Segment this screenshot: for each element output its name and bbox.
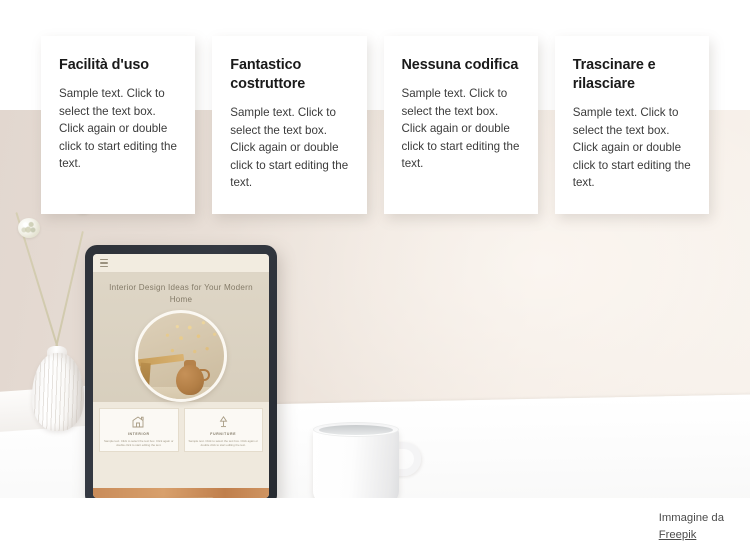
tablet-device: Interior Design Ideas for Your Modern Ho… — [85, 245, 277, 498]
feature-card-title: Facilità d'uso — [59, 57, 149, 73]
feature-card[interactable]: Facilità d'uso Sample text. Click to sel… — [41, 36, 196, 214]
tablet-hero-image-wrap — [103, 310, 259, 402]
tablet-card-title: INTERIOR — [127, 432, 150, 436]
feature-card-text: Sample text. Click to select the text bo… — [401, 87, 520, 170]
tablet-screen[interactable]: Interior Design Ideas for Your Modern Ho… — [93, 254, 269, 498]
feature-card-text: Sample text. Click to select the text bo… — [59, 87, 177, 170]
tablet-card-title: FURNITURE — [210, 432, 237, 436]
mug-interior — [319, 425, 393, 435]
lamp-icon — [188, 414, 260, 429]
white-coffee-mug — [313, 420, 433, 498]
feature-card-title: Trascinare e rilasciare — [572, 57, 656, 92]
tablet-bottom-strip — [93, 488, 269, 498]
tablet-hero-title: Interior Design Ideas for Your Modern Ho… — [109, 283, 253, 304]
tablet-card-text: Sample text. Click to select the text bo… — [103, 438, 174, 447]
feature-card[interactable]: Fantastico costruttore Sample text. Clic… — [212, 36, 367, 214]
user-icon[interactable] — [256, 259, 262, 268]
vase-ribs — [32, 353, 84, 431]
tablet-topbar — [93, 254, 269, 273]
attribution-link[interactable]: Freepik — [659, 527, 724, 544]
tablet-card-interior[interactable]: INTERIOR Sample text. Click to select th… — [99, 408, 179, 453]
feature-card-text: Sample text. Click to select the text bo… — [572, 106, 691, 189]
feature-card-title: Nessuna codifica — [401, 57, 519, 73]
tablet-category-cards: INTERIOR Sample text. Click to select th… — [93, 402, 269, 453]
feature-card[interactable]: Trascinare e rilasciare Sample text. Cli… — [554, 36, 709, 214]
page-root: Interior Design Ideas for Your Modern Ho… — [0, 0, 750, 560]
feature-card-title: Fantastico costruttore — [230, 57, 306, 92]
attribution-prefix: Immagine da — [658, 512, 724, 524]
tablet-card-furniture[interactable]: FURNITURE Sample text. Click to select t… — [183, 408, 263, 453]
flower-bloom — [18, 218, 40, 238]
tablet-hero: Interior Design Ideas for Your Modern Ho… — [93, 273, 269, 402]
mug-body — [313, 428, 399, 498]
image-attribution: Immagine da Freepik — [659, 510, 724, 544]
feature-card-text: Sample text. Click to select the text bo… — [230, 106, 349, 189]
round-vase-photo — [135, 310, 227, 402]
house-icon — [103, 414, 175, 429]
tablet-card-text: Sample text. Click to select the text bo… — [188, 438, 259, 447]
feature-card[interactable]: Nessuna codifica Sample text. Click to s… — [383, 36, 538, 214]
hamburger-icon[interactable] — [100, 259, 108, 267]
white-ribbed-vase — [32, 353, 84, 431]
flower-stem — [54, 230, 84, 353]
feature-cards-row: Facilità d'uso Sample text. Click to sel… — [0, 0, 750, 214]
